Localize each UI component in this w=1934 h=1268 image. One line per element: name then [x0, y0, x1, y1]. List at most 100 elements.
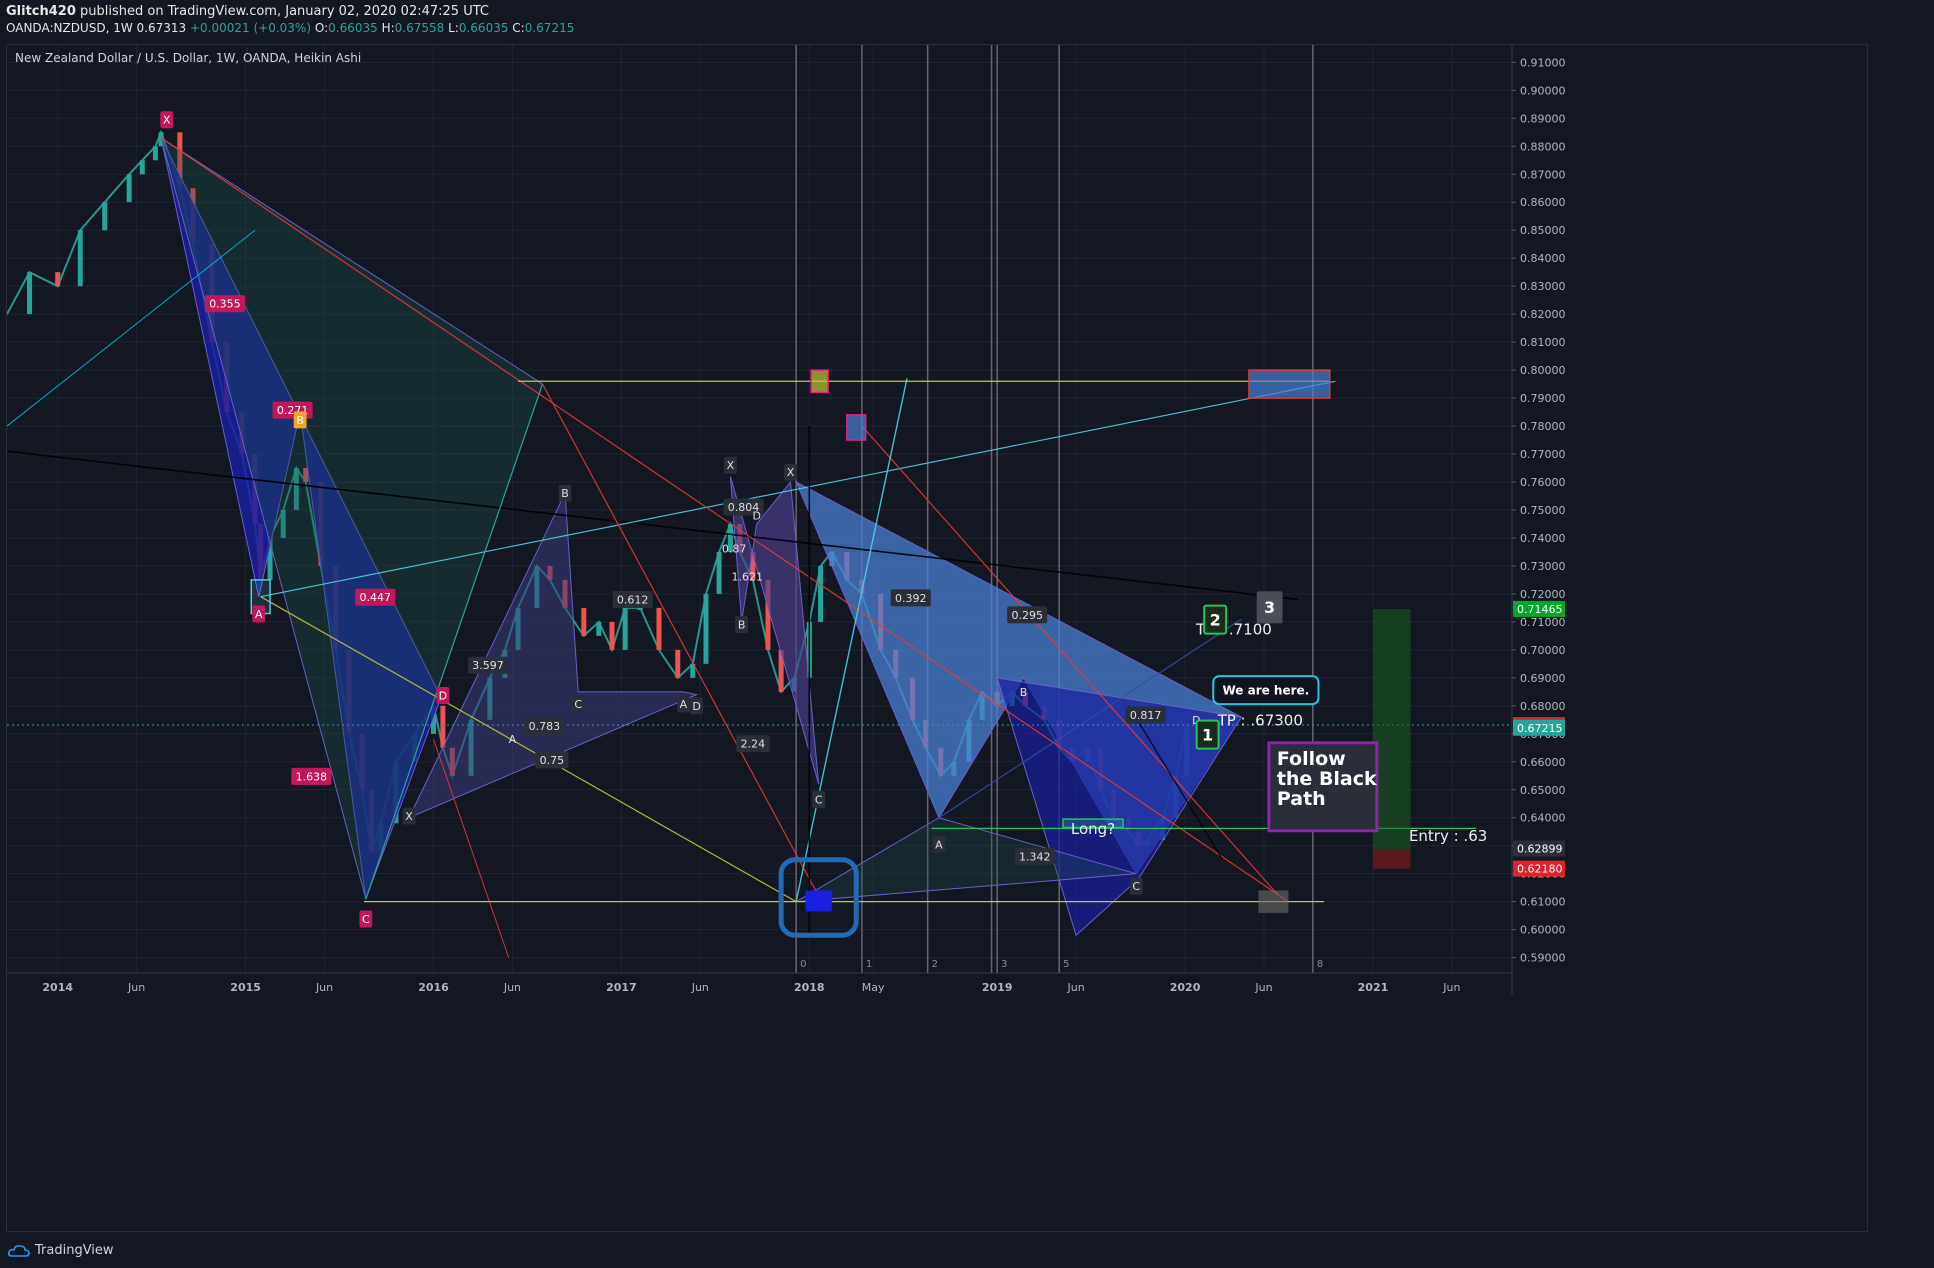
annotation-text: B [1020, 686, 1028, 699]
candle [27, 272, 33, 315]
annotation-text: 1.621 [732, 571, 764, 584]
annotation-text: D [439, 689, 447, 702]
last-price: 0.67313 [136, 21, 187, 35]
annotation-gray: 0.817 [1125, 706, 1166, 724]
price-tick-label: 0.83000 [1520, 280, 1566, 293]
high-value: 0.67558 [394, 21, 445, 35]
close-label: C: [512, 21, 525, 35]
price-tick-label: 0.69000 [1520, 672, 1566, 685]
annotation-pink: D [436, 686, 450, 704]
time-tick-label: 2017 [606, 981, 637, 994]
low-value: 0.66035 [458, 21, 509, 35]
price-change: +0.00021 (+0.03%) [189, 21, 312, 35]
annotation-pink: 0.355 [204, 295, 246, 313]
annotation-text: We are here. [1222, 683, 1309, 697]
annotation-text: 0.447 [360, 591, 392, 604]
annotation-text: C [815, 794, 823, 807]
annotation-text: 0.295 [1011, 609, 1043, 622]
annotation-pink: X [160, 111, 174, 129]
price-tick-label: 0.87000 [1520, 168, 1566, 181]
annotation-gray: 0.295 [1007, 606, 1048, 624]
annotation-gray: A [932, 835, 946, 853]
time-tick-label: May [862, 981, 885, 994]
cloud-icon [8, 1244, 30, 1257]
time-cycle-label: 2 [932, 959, 938, 970]
price-axis[interactable]: 0.91000 0.90000 0.89000 0.88000 0.87000 0.860… [1511, 45, 1566, 995]
annotation-text: A [509, 733, 517, 746]
profit-zone [1372, 609, 1411, 850]
candle [139, 160, 145, 175]
price-tick-label: 0.88000 [1520, 140, 1566, 153]
high-label: H: [381, 21, 395, 35]
brand-text: TradingView [35, 1243, 114, 1258]
price-tick-label: 0.74000 [1520, 532, 1566, 545]
chart-canvas[interactable]: 0 1 2 53 8 X0.3550.271BA0.447D1.638CX3.597A0… [7, 45, 1869, 1233]
annotation-gray: X [784, 463, 797, 481]
annotation-text: 3 [1264, 598, 1275, 617]
annotation-gray: X [723, 456, 737, 474]
annotation-plain: 0.87 [722, 543, 747, 556]
annotation-text: 0.783 [529, 720, 561, 733]
annotation-text: B [561, 487, 569, 500]
annotation-num-gray: 3 [1256, 591, 1283, 624]
annotation-pink: 0.447 [355, 588, 396, 606]
time-tick-label: 2019 [982, 981, 1013, 994]
annotation-plain-lg: TP : .67300 [1217, 711, 1303, 729]
annotation-text: 0.817 [1130, 709, 1162, 722]
time-cycle-label: 0 [800, 959, 806, 970]
candle [818, 565, 824, 622]
time-axis[interactable]: 2014 Jun 2015 Jun 2016 Jun 2017 Jun 2018 May 2019 J… [7, 972, 1512, 994]
annotation-gray: 0.75 [535, 751, 569, 769]
time-cycle-label: 8 [1317, 959, 1323, 970]
annotation-text: 0.355 [209, 298, 241, 311]
price-tick-label: 0.78000 [1520, 420, 1566, 433]
price-tick-label: 0.73000 [1520, 560, 1566, 573]
annotation-text: C [362, 913, 370, 926]
price-tick-label: 0.85000 [1520, 224, 1566, 237]
yellow-box [810, 369, 829, 394]
annotation-gray: 1.342 [1014, 847, 1055, 865]
symbol-label: OANDA:NZDUSD, 1W [6, 21, 133, 35]
annotation-gray: 3.597 [467, 656, 509, 674]
annotation-follow: Follow the Black Path [1267, 741, 1379, 833]
candle [703, 593, 709, 664]
annotation-text: 0.75 [540, 754, 565, 767]
price-tick-label: 0.79000 [1520, 392, 1566, 405]
price-tick-label: 0.65000 [1520, 784, 1566, 797]
price-tick-label: 0.91000 [1520, 56, 1566, 69]
time-cycle-label: 5 [1063, 959, 1069, 970]
time-tick-label: 2018 [794, 981, 825, 994]
annotation-text: 1 [1202, 725, 1213, 744]
time-cycle-label: 1 [866, 959, 872, 970]
open-value: 0.66035 [328, 21, 378, 35]
open-label: O: [314, 21, 329, 35]
annotation-pink: 0.271 [272, 401, 313, 419]
chart-area[interactable]: 012538 X 0.355 0.271 B A 0.447 D 1.638 C X 3.597 A 0… [6, 44, 1868, 1232]
time-tick-label: Jun [1442, 981, 1460, 994]
tradingview-brand[interactable]: TradingView [8, 1243, 114, 1258]
price-tick-label: 0.64000 [1520, 812, 1566, 825]
publish-header: Glitch420 published on TradingView.com, … [0, 0, 1934, 38]
publish-date: published on TradingView.com, January 02… [75, 4, 489, 19]
annotation-gray: 2.24 [736, 735, 770, 753]
time-cycle-label: 3 [1001, 959, 1007, 970]
price-badge-text: 0.71465 [1517, 603, 1563, 616]
candle [77, 230, 83, 287]
annotation-text: A [680, 698, 688, 711]
annotation-text: 1.638 [296, 770, 328, 783]
price-tick-label: 0.61000 [1520, 896, 1566, 909]
annotation-text: 0.87 [722, 543, 747, 556]
annotation-text: X [405, 810, 413, 823]
price-tick-label: 0.89000 [1520, 112, 1566, 125]
annotation-plain: 1.621 [732, 571, 764, 584]
annotation-text: TP : .67300 [1217, 711, 1303, 729]
target-box-top [1248, 369, 1331, 399]
annotation-plain-lg: Entry : .63 [1409, 827, 1487, 845]
annotation-text: C [1132, 880, 1140, 893]
author-name[interactable]: Glitch420 [6, 4, 76, 19]
candle [675, 649, 681, 678]
annotation-plain: D [752, 509, 760, 522]
time-tick-label: Jun [1067, 981, 1085, 994]
annotation-plain: A [509, 733, 517, 746]
follow-line: Path [1277, 788, 1326, 810]
